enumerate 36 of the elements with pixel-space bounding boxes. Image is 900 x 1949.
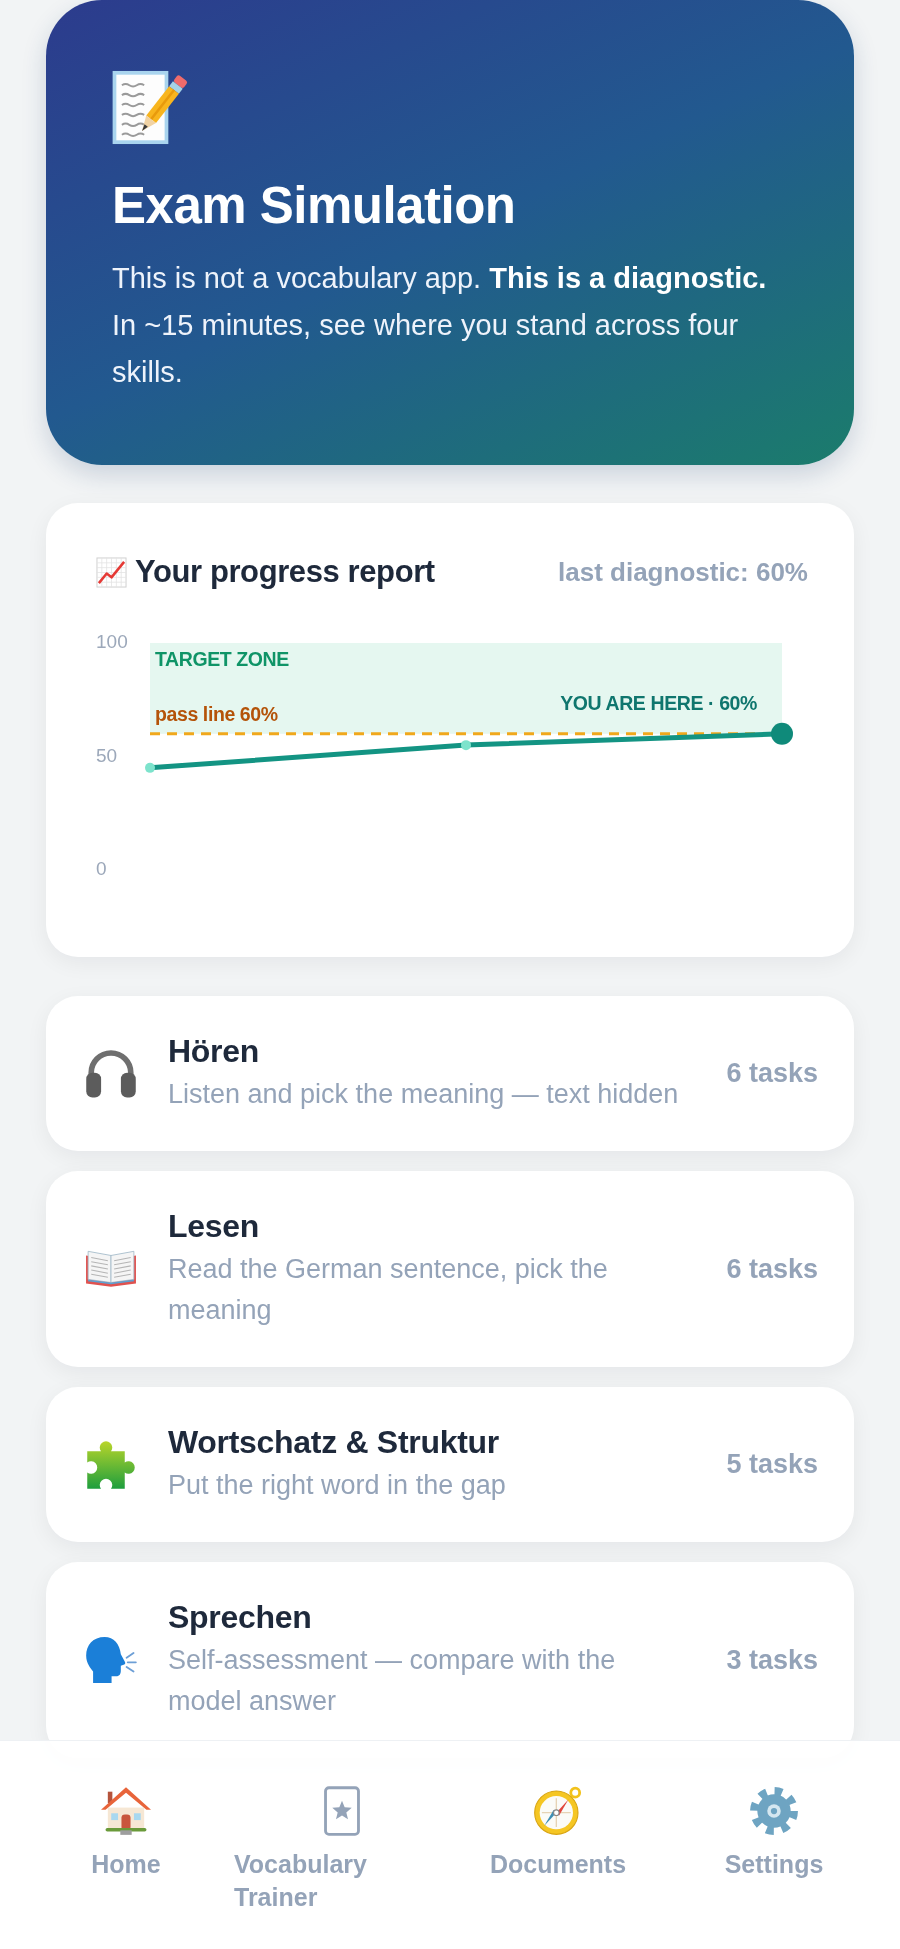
speaking-head-icon bbox=[85, 1635, 137, 1685]
skill-title: Sprechen bbox=[168, 1598, 313, 1636]
data-point bbox=[461, 740, 471, 751]
task-count: 6 tasks bbox=[726, 1058, 818, 1089]
data-point bbox=[145, 762, 155, 773]
pass-line-label: pass line 60% bbox=[155, 702, 278, 725]
skill-description: Put the right word in the gap bbox=[168, 1469, 507, 1502]
skill-description: Self-assessment — compare with the model answer bbox=[168, 1644, 617, 1718]
hero-description: This is not a vocabulary app. This is a diagnostic. In ~15 minutes, see where you stand across four skills. bbox=[112, 261, 768, 390]
last-result-text: last diagnostic: 60% bbox=[558, 556, 808, 589]
chart-icon bbox=[96, 556, 127, 588]
compass-icon bbox=[533, 1786, 583, 1836]
skill-description: Listen and pick the meaning — text hidden bbox=[168, 1078, 680, 1111]
skill-title: Hören bbox=[168, 1032, 260, 1070]
skill-title: Wortschatz & Struktur bbox=[168, 1423, 500, 1461]
task-count: 5 tasks bbox=[726, 1449, 818, 1480]
gear-icon bbox=[749, 1786, 799, 1836]
house-icon bbox=[101, 1786, 151, 1836]
current-score-point bbox=[771, 722, 793, 745]
axis-tick-label: 0 bbox=[96, 858, 107, 879]
puzzle-piece-icon bbox=[85, 1439, 137, 1490]
skill-description: Read the German sentence, pick the meaning bbox=[168, 1253, 609, 1327]
task-count: 6 tasks bbox=[726, 1253, 818, 1285]
skill-card[interactable]: Wortschatz & Struktur Put the right word in the gap 5 tasks bbox=[46, 1387, 854, 1542]
skill-title: Lesen bbox=[168, 1207, 260, 1245]
axis-tick-label: 100 bbox=[96, 631, 128, 652]
headphones-icon bbox=[85, 1048, 137, 1099]
skill-card[interactable]: Lesen Read the German sentence, pick the meaning 6 tasks bbox=[46, 1171, 854, 1367]
task-count: 3 tasks bbox=[726, 1644, 818, 1676]
card-title: Your progress report bbox=[135, 553, 435, 591]
hero-title: Exam Simulation bbox=[112, 177, 517, 235]
memo-pencil-icon bbox=[112, 70, 190, 145]
skill-card[interactable]: Hören Listen and pick the meaning — text hidden 6 tasks bbox=[46, 996, 854, 1151]
current-score-label: YOU ARE HERE · 60% bbox=[560, 691, 757, 714]
target-zone-label: TARGET ZONE bbox=[155, 648, 289, 671]
axis-tick-label: 50 bbox=[96, 744, 118, 766]
